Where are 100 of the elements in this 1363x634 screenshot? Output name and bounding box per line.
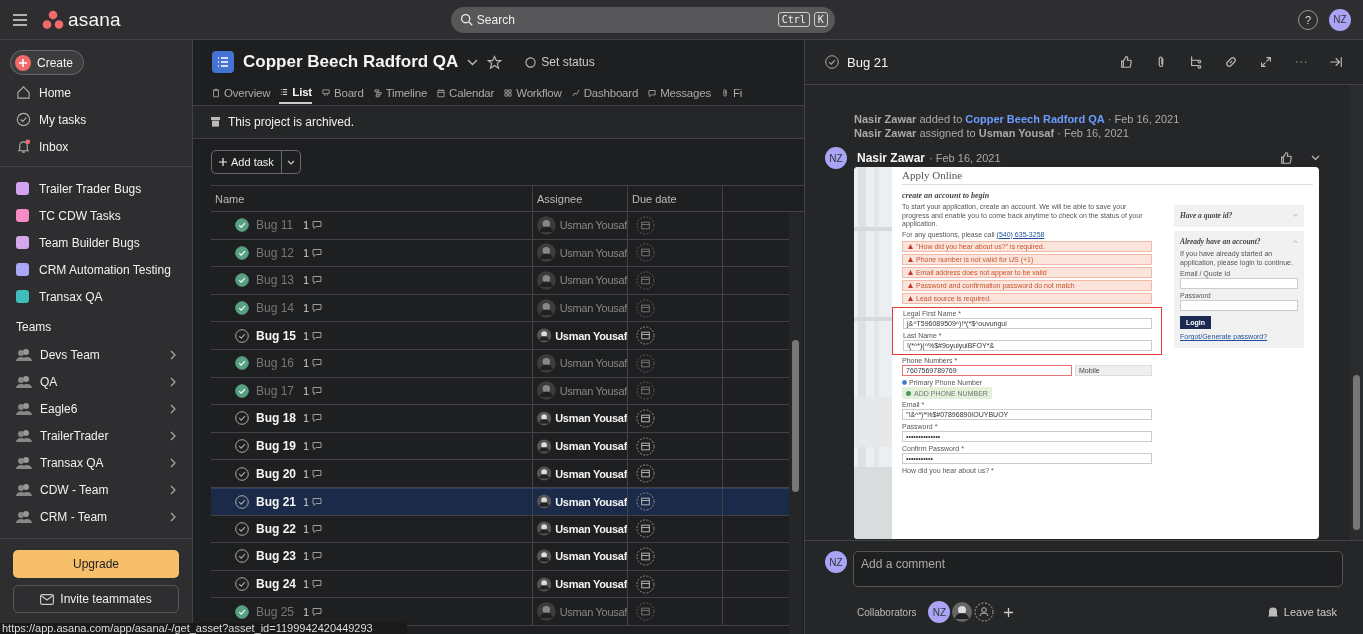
team-item[interactable]: QA	[10, 368, 182, 395]
task-row[interactable]: Bug 11 1 Usman Yousaf	[211, 212, 789, 240]
due-date-icon[interactable]	[636, 602, 655, 622]
check-circle-icon[interactable]	[235, 604, 249, 619]
avatar-icon[interactable]	[952, 602, 973, 622]
view-tab[interactable]: Timeline	[372, 81, 428, 104]
check-circle-icon[interactable]	[235, 328, 249, 343]
check-circle-icon[interactable]	[235, 466, 249, 481]
set-status-button[interactable]: Set status	[519, 54, 601, 70]
check-circle-icon[interactable]	[235, 494, 249, 509]
menu-button[interactable]	[12, 12, 28, 27]
task-row[interactable]: Bug 20 1 Usman Yousaf	[211, 460, 789, 488]
project-item[interactable]: CRM Automation Testing	[10, 256, 182, 283]
check-circle-icon[interactable]	[235, 549, 249, 564]
view-tab[interactable]: Messages	[647, 81, 711, 104]
view-tab[interactable]: Overview	[211, 81, 271, 104]
check-circle-icon[interactable]	[235, 577, 249, 591]
column-header[interactable]: Assignee	[532, 186, 627, 211]
column-header[interactable]: Due date	[627, 186, 722, 211]
project-item[interactable]: Trailer Trader Bugs	[10, 175, 182, 202]
view-tab[interactable]: Board	[321, 81, 364, 104]
due-date-icon[interactable]	[636, 215, 655, 235]
due-date-icon[interactable]	[636, 492, 655, 512]
collaborator-avatar[interactable]: NZ	[928, 601, 951, 623]
task-row[interactable]: Bug 19 1 Usman Yousaf	[211, 432, 789, 461]
due-date-icon[interactable]	[636, 326, 655, 346]
expand-icon[interactable]	[1259, 55, 1273, 69]
due-date-icon[interactable]	[636, 298, 655, 318]
user-avatar[interactable]: NZ	[1329, 8, 1351, 31]
thumbs-up-icon[interactable]	[1119, 55, 1133, 69]
task-row[interactable]: Bug 18 1 Usman Yousaf	[211, 405, 789, 433]
task-row[interactable]: Bug 12 1 Usman Yousaf	[211, 239, 789, 268]
view-tab[interactable]: List	[279, 81, 312, 104]
team-item[interactable]: Transax QA	[10, 449, 182, 476]
team-item[interactable]: TrailerTrader	[10, 422, 182, 449]
check-circle-icon[interactable]	[825, 55, 839, 69]
project-item[interactable]: Transax QA	[10, 283, 182, 310]
project-item[interactable]: TC CDW Tasks	[10, 202, 182, 229]
view-tab[interactable]: Calendar	[436, 81, 495, 104]
check-circle-icon[interactable]	[235, 439, 249, 454]
upgrade-button[interactable]: Upgrade	[13, 550, 179, 578]
task-row[interactable]: Bug 24 1 Usman Yousaf	[211, 570, 789, 599]
task-row[interactable]: Bug 14 1 Usman Yousaf	[211, 294, 789, 323]
due-date-icon[interactable]	[636, 381, 655, 401]
nav-item[interactable]: My tasks	[10, 106, 182, 133]
subtask-icon[interactable]	[1189, 55, 1203, 69]
column-header[interactable]: Name	[211, 186, 532, 211]
create-button[interactable]: Create	[10, 50, 85, 75]
radio-button[interactable]	[902, 380, 907, 385]
check-circle-icon[interactable]	[235, 411, 249, 426]
view-tab[interactable]: Dashboard	[570, 81, 639, 104]
task-row[interactable]: Bug 22 1 Usman Yousaf	[211, 515, 789, 544]
due-date-icon[interactable]	[636, 353, 655, 373]
thumbs-up-icon[interactable]	[1279, 151, 1293, 165]
check-circle-icon[interactable]	[235, 521, 249, 536]
due-date-icon[interactable]	[636, 574, 655, 594]
due-date-icon[interactable]	[636, 464, 655, 484]
check-circle-icon[interactable]	[235, 218, 249, 233]
team-item[interactable]: Devs Team	[10, 341, 182, 368]
due-date-icon[interactable]	[636, 546, 655, 566]
team-item[interactable]: Eagle6	[10, 395, 182, 422]
view-tab[interactable]: Workflow	[503, 81, 562, 104]
task-row[interactable]: Bug 21 1 Usman Yousaf	[211, 487, 789, 516]
task-row[interactable]: Bug 15 1 Usman Yousaf	[211, 322, 789, 350]
invite-button[interactable]: Invite teammates	[13, 585, 179, 613]
check-circle-icon[interactable]	[235, 273, 249, 288]
scrollbar[interactable]	[1350, 85, 1363, 540]
add-person-icon[interactable]	[974, 602, 995, 622]
task-row[interactable]: Bug 17 1 Usman Yousaf	[211, 377, 789, 406]
project-item[interactable]: Team Builder Bugs	[10, 229, 182, 256]
chevron-down-icon[interactable]	[1311, 155, 1320, 161]
due-date-icon[interactable]	[636, 271, 655, 290]
view-tab[interactable]: Fi	[719, 81, 743, 104]
due-date-icon[interactable]	[636, 408, 655, 428]
check-circle-icon[interactable]	[235, 301, 249, 316]
comment-field[interactable]: Add a comment	[853, 551, 1343, 587]
scrollbar[interactable]	[789, 212, 802, 634]
task-row[interactable]: Bug 13 1 Usman Yousaf	[211, 267, 789, 295]
task-row[interactable]: Bug 23 1 Usman Yousaf	[211, 543, 789, 571]
plus-icon[interactable]	[1004, 607, 1014, 617]
star-icon[interactable]	[487, 54, 503, 70]
check-circle-icon[interactable]	[235, 356, 249, 371]
due-date-icon[interactable]	[636, 436, 655, 456]
task-row[interactable]: Bug 16 1 Usman Yousaf	[211, 349, 789, 378]
team-item[interactable]: CRM - Team	[10, 503, 182, 530]
input-field[interactable]	[1180, 278, 1298, 289]
nav-item[interactable]: Home	[10, 79, 182, 106]
input-field[interactable]	[1180, 300, 1298, 311]
chevron-down-icon[interactable]	[467, 58, 479, 66]
project-link[interactable]: Copper Beech Radford QA	[965, 113, 1105, 125]
close-panel-icon[interactable]	[1329, 55, 1343, 69]
task-name: Bug 25	[256, 604, 296, 619]
team-item[interactable]: CDW - Team	[10, 476, 182, 503]
due-date-icon[interactable]	[636, 243, 655, 263]
check-circle-icon[interactable]	[235, 245, 249, 260]
nav-item[interactable]: Inbox	[10, 133, 182, 160]
link-icon[interactable]	[1224, 55, 1238, 69]
due-date-icon[interactable]	[636, 519, 655, 539]
check-circle-icon[interactable]	[235, 383, 249, 398]
leave-task-button[interactable]: Leave task	[1260, 604, 1343, 620]
